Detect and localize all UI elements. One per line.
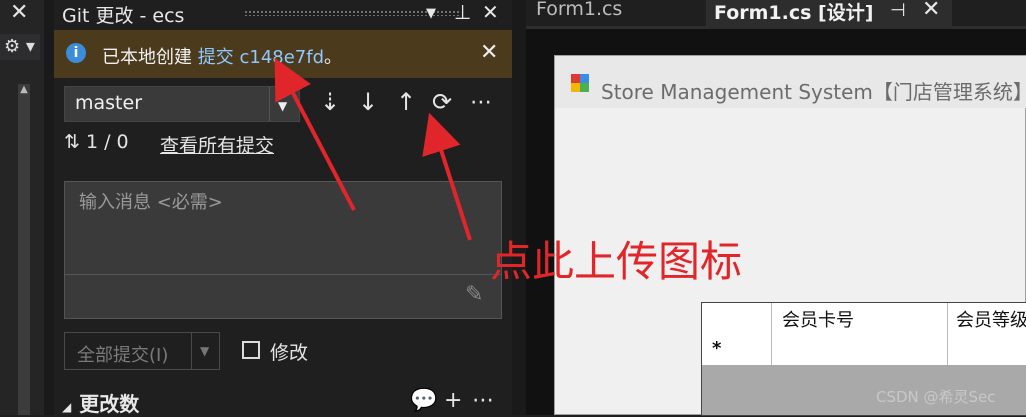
annotation-arrows [274, 57, 472, 241]
annotation-arrow [422, 112, 472, 241]
annotation-arrow [274, 57, 356, 211]
watermark: CSDN @希灵Sec [876, 388, 996, 406]
annotation-text: 点此上传图标 [490, 237, 743, 286]
